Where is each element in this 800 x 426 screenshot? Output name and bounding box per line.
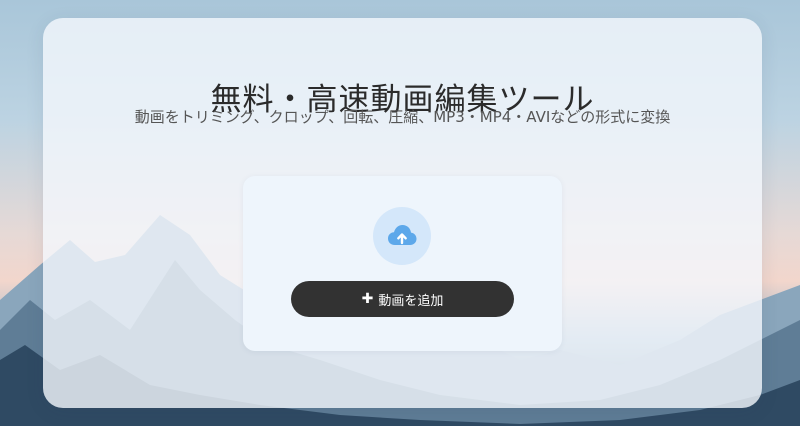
upload-icon-badge: [373, 207, 431, 265]
add-video-button[interactable]: ✚ 動画を追加: [291, 281, 514, 317]
page-subtitle: 動画をトリミング、クロップ、回転、圧縮、MP3・MP4・AVIなどの形式に変換: [134, 108, 671, 126]
main-panel: 無料・高速動画編集ツール 動画をトリミング、クロップ、回転、圧縮、MP3・MP4…: [43, 18, 762, 408]
cloud-upload-icon: [388, 225, 417, 245]
upload-dropzone[interactable]: ✚ 動画を追加: [243, 176, 562, 351]
add-video-label: 動画を追加: [378, 293, 444, 309]
plus-icon: ✚: [361, 291, 374, 307]
